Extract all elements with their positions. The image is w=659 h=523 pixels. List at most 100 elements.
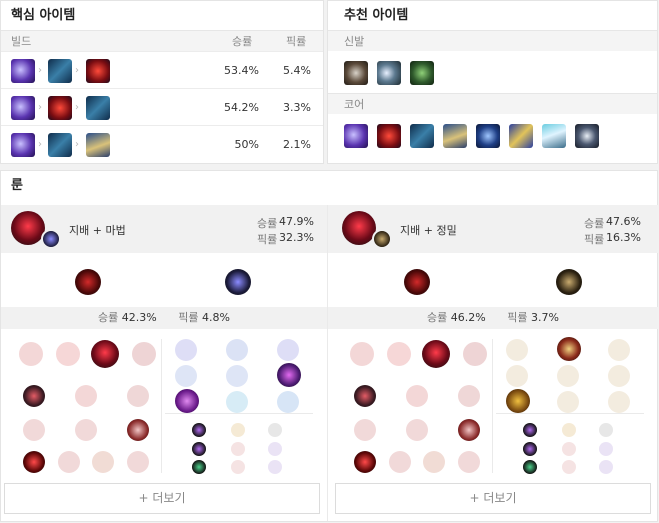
rune-icon xyxy=(608,339,630,361)
item-icon xyxy=(11,96,35,120)
rune-icon xyxy=(423,451,445,473)
rune-icon xyxy=(458,419,480,441)
item-icon xyxy=(48,96,72,120)
build-row[interactable]: › › 50% 2.1% xyxy=(1,125,323,162)
rune-icon xyxy=(608,365,630,387)
shard-icon xyxy=(231,442,245,456)
rune-icon xyxy=(406,419,428,441)
rune-icon xyxy=(463,342,487,366)
shard-icon xyxy=(523,460,537,474)
recommended-items-panel: 추천 아이템 신발 코어 xyxy=(327,0,658,164)
rune-icon xyxy=(175,339,197,361)
item-icon[interactable] xyxy=(509,124,533,148)
shard-icon xyxy=(599,460,613,474)
detail-pick-value: 3.7% xyxy=(531,311,559,324)
shard-divider xyxy=(165,413,313,414)
rune-icon xyxy=(19,342,43,366)
rune-icon xyxy=(277,391,299,413)
rune-page-header[interactable]: 지배 + 정밀 승률 47.6% 픽률 16.3% xyxy=(328,205,658,253)
rune-icon xyxy=(557,337,581,361)
item-icon[interactable] xyxy=(377,61,401,85)
item-icon[interactable] xyxy=(542,124,566,148)
detail-win-label: 승률 xyxy=(98,311,119,324)
item-icon xyxy=(48,59,72,83)
rune-icon xyxy=(557,365,579,387)
runes-panel: 룬 지배 + 마법 승률 47.9% 픽률 32.3% 승률 42.3% 픽률 … xyxy=(0,170,658,522)
more-button[interactable]: + 더보기 xyxy=(4,483,320,514)
rune-grid-divider xyxy=(492,339,493,473)
recommended-items-title: 추천 아이템 xyxy=(344,8,409,23)
core-items-title: 핵심 아이템 xyxy=(11,8,76,23)
build-row[interactable]: › › 53.4% 5.4% xyxy=(1,51,323,88)
rune-page-name: 지배 + 정밀 xyxy=(400,224,457,237)
detail-win-label: 승률 xyxy=(427,311,448,324)
core-items-header: 빌드 승률 픽률 xyxy=(1,30,323,51)
shard-divider xyxy=(496,413,644,414)
detail-pick-label: 픽률 xyxy=(507,311,528,324)
rune-icon xyxy=(277,363,301,387)
rune-icon xyxy=(92,451,114,473)
precision-tree-icon xyxy=(556,269,582,295)
build-pickrate: 2.1% xyxy=(283,138,311,151)
detail-pick-label: 픽률 xyxy=(178,311,199,324)
rune-icon xyxy=(132,342,156,366)
build-pickrate: 5.4% xyxy=(283,64,311,77)
item-icon[interactable] xyxy=(377,124,401,148)
build-winrate: 53.4% xyxy=(224,64,259,77)
item-icon[interactable] xyxy=(344,124,368,148)
shard-icon xyxy=(268,423,282,437)
item-icon[interactable] xyxy=(410,124,434,148)
detail-win-value: 46.2% xyxy=(450,311,486,324)
detail-win-value: 42.3% xyxy=(121,311,157,324)
arrow-right-icon: › xyxy=(38,139,42,150)
core-header: 코어 xyxy=(328,93,657,114)
rune-icon xyxy=(458,451,480,473)
item-icon[interactable] xyxy=(575,124,599,148)
rune-icon xyxy=(56,342,80,366)
rune-page-name: 지배 + 마법 xyxy=(69,224,126,237)
rune-pick-label: 픽률 xyxy=(257,233,278,246)
core-items-row xyxy=(328,114,657,160)
more-button[interactable]: + 더보기 xyxy=(335,483,651,514)
boots-header: 신발 xyxy=(328,30,657,51)
item-icon[interactable] xyxy=(410,61,434,85)
secondary-tree-icon xyxy=(372,229,392,249)
rune-icon xyxy=(91,340,119,368)
boots-row xyxy=(328,51,657,93)
sorcery-tree-icon xyxy=(225,269,251,295)
rune-icon xyxy=(458,385,480,407)
shard-icon xyxy=(562,442,576,456)
rune-icon xyxy=(422,340,450,368)
core-items-panel: 핵심 아이템 빌드 승률 픽률 › › 53.4% 5.4% › › 54.2%… xyxy=(0,0,324,164)
item-icon xyxy=(86,133,110,157)
rune-icon xyxy=(387,342,411,366)
shard-icon xyxy=(231,460,245,474)
shard-icon xyxy=(562,423,576,437)
item-icon[interactable] xyxy=(476,124,500,148)
build-row[interactable]: › › 54.2% 3.3% xyxy=(1,88,323,125)
build-winrate: 50% xyxy=(234,138,259,151)
col-pickrate: 픽률 xyxy=(286,35,307,48)
runes-title: 룬 xyxy=(11,178,23,193)
rune-win-value: 47.6% xyxy=(606,215,641,228)
rune-icon xyxy=(58,451,80,473)
item-icon[interactable] xyxy=(443,124,467,148)
rune-page-header[interactable]: 지배 + 마법 승률 47.9% 픽률 32.3% xyxy=(1,205,327,253)
rune-win-label: 승률 xyxy=(584,217,605,230)
rune-icon xyxy=(506,365,528,387)
shard-icon xyxy=(231,423,245,437)
item-icon[interactable] xyxy=(344,61,368,85)
rune-icon xyxy=(75,419,97,441)
rune-win-value: 47.9% xyxy=(279,215,314,228)
rune-icon xyxy=(23,451,45,473)
build-winrate: 54.2% xyxy=(224,101,259,114)
rune-icon xyxy=(23,385,45,407)
keystone-icon xyxy=(11,211,45,245)
rune-pick-value: 16.3% xyxy=(606,231,641,244)
rune-icon xyxy=(350,342,374,366)
secondary-tree-icon xyxy=(41,229,61,249)
rune-icon xyxy=(127,385,149,407)
item-icon xyxy=(86,59,110,83)
rune-icon xyxy=(127,451,149,473)
rune-grid-divider xyxy=(161,339,162,473)
